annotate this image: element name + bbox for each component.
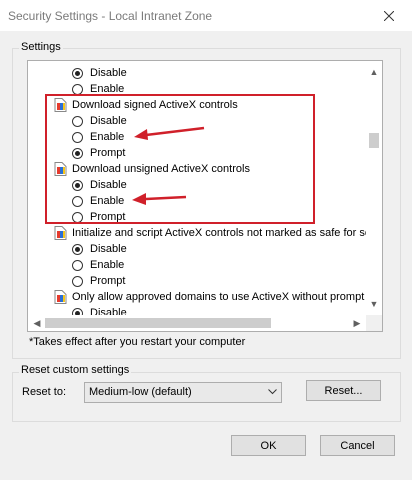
radio-option-label: Enable: [90, 83, 125, 95]
radio-option-label: Enable: [90, 259, 125, 271]
radio-option[interactable]: Enable: [72, 193, 124, 209]
radio-option[interactable]: Enable: [72, 257, 124, 273]
setting-heading-label: Initialize and script ActiveX controls n…: [72, 227, 366, 239]
close-button[interactable]: [366, 0, 412, 31]
radio-option-label: Enable: [90, 131, 125, 143]
title-bar: Security Settings - Local Intranet Zone: [0, 0, 412, 31]
radio-option[interactable]: Disable: [72, 113, 127, 129]
radio-option[interactable]: Disable: [72, 65, 127, 81]
chevron-down-icon: [268, 389, 277, 395]
setting-heading[interactable]: Download unsigned ActiveX controls: [54, 161, 250, 177]
radio-button[interactable]: [72, 195, 83, 207]
settings-list[interactable]: Disable Enable Download signed ActiveX con…: [27, 60, 383, 332]
cancel-button[interactable]: Cancel: [320, 435, 395, 456]
radio-button[interactable]: [72, 115, 83, 127]
radio-button[interactable]: [72, 275, 83, 287]
scroll-up-arrow-icon[interactable]: ▲: [369, 67, 379, 77]
radio-button-checked[interactable]: [72, 307, 83, 315]
window-title: Security Settings - Local Intranet Zone: [8, 9, 213, 23]
setting-document-icon: [54, 290, 67, 304]
radio-option-label: Prompt: [90, 211, 126, 223]
radio-option-label: Enable: [90, 195, 125, 207]
radio-option-label: Prompt: [90, 275, 126, 287]
reset-level-value: Medium-low (default): [89, 386, 192, 398]
vertical-scrollbar[interactable]: ▲ ▼: [366, 61, 382, 315]
scroll-right-arrow-icon[interactable]: ▶: [352, 318, 362, 328]
radio-option-label: Disable: [90, 67, 127, 79]
setting-document-icon: [54, 226, 67, 240]
ok-button[interactable]: OK: [231, 435, 306, 456]
scroll-left-arrow-icon[interactable]: ◀: [32, 318, 42, 328]
radio-option-label: Disable: [90, 115, 127, 127]
radio-option-label: Disable: [90, 307, 127, 315]
horizontal-scroll-thumb[interactable]: [45, 318, 271, 328]
setting-document-icon: [54, 162, 67, 176]
radio-option[interactable]: Prompt: [72, 209, 125, 225]
radio-button[interactable]: [72, 211, 83, 223]
radio-option-label: Disable: [90, 243, 127, 255]
radio-option[interactable]: Disable: [72, 241, 127, 257]
setting-heading-label: Download signed ActiveX controls: [72, 99, 238, 111]
radio-button[interactable]: [72, 131, 83, 143]
scrollbar-corner: [366, 315, 382, 331]
radio-button-checked[interactable]: [72, 147, 83, 159]
radio-option-label: Disable: [90, 179, 127, 191]
setting-document-icon: [54, 98, 67, 112]
setting-heading[interactable]: Initialize and script ActiveX controls n…: [54, 225, 366, 241]
radio-button[interactable]: [72, 83, 83, 95]
radio-option[interactable]: Prompt: [72, 273, 125, 289]
reset-level-dropdown[interactable]: Medium-low (default): [84, 382, 282, 403]
radio-option[interactable]: Enable: [72, 81, 124, 97]
radio-option[interactable]: Disable: [72, 177, 127, 193]
reset-to-label: Reset to:: [22, 386, 67, 398]
setting-heading[interactable]: Download signed ActiveX controls: [54, 97, 238, 113]
setting-heading-label: Only allow approved domains to use Activ…: [72, 291, 365, 303]
reset-button[interactable]: Reset...: [306, 380, 381, 401]
setting-heading-label: Download unsigned ActiveX controls: [72, 163, 250, 175]
radio-button[interactable]: [72, 259, 83, 271]
radio-option[interactable]: Disable: [72, 305, 127, 315]
horizontal-scrollbar[interactable]: ◀ ▶: [28, 315, 366, 331]
scroll-down-arrow-icon[interactable]: ▼: [369, 299, 379, 309]
radio-option-label: Prompt: [90, 147, 126, 159]
close-icon: [384, 10, 394, 21]
radio-button-checked[interactable]: [72, 179, 83, 191]
restart-note: *Takes effect after you restart your com…: [29, 336, 246, 348]
radio-button-checked[interactable]: [72, 67, 83, 79]
radio-option[interactable]: Prompt: [72, 145, 125, 161]
vertical-scroll-thumb[interactable]: [369, 133, 379, 148]
setting-heading[interactable]: Only allow approved domains to use Activ…: [54, 289, 364, 305]
settings-group-label: Settings: [19, 41, 63, 53]
radio-option[interactable]: Enable: [72, 129, 124, 145]
settings-list-content: Disable Enable Download signed ActiveX con…: [28, 61, 366, 315]
radio-button-checked[interactable]: [72, 243, 83, 255]
reset-group-label: Reset custom settings: [19, 364, 132, 376]
